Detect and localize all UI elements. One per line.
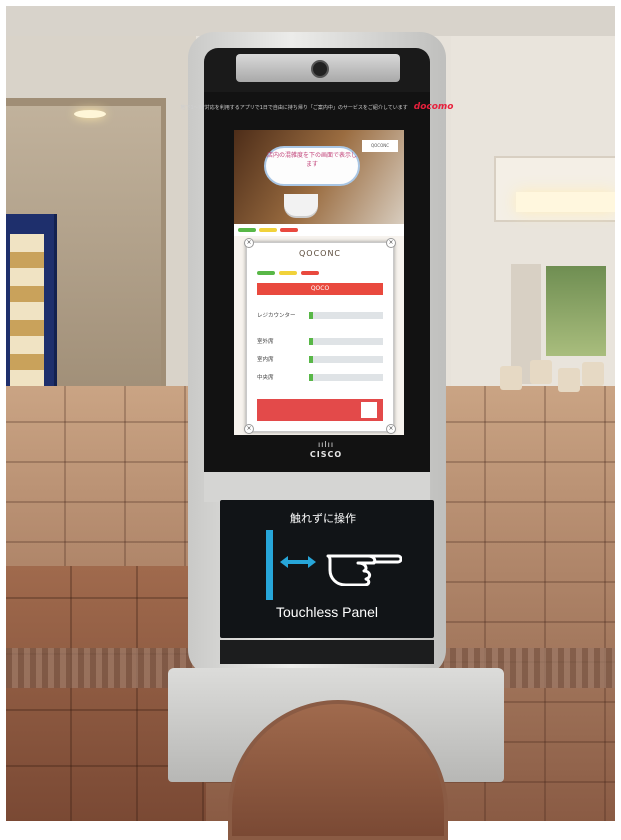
status-strip xyxy=(234,224,404,236)
panel-english-label: Touchless Panel xyxy=(276,604,378,620)
row-label: レジカウンター xyxy=(257,313,296,319)
ceiling-panel xyxy=(494,156,615,222)
row-label: 室内席 xyxy=(257,357,274,363)
legend-red xyxy=(301,271,319,275)
cisco-bars-icon: ıılıı xyxy=(317,440,335,449)
row-bar xyxy=(309,373,383,381)
status-red-pill xyxy=(280,228,298,232)
row-bar xyxy=(309,311,383,319)
camera-lens-icon xyxy=(311,60,329,78)
panel-bottom xyxy=(220,640,434,664)
row-fill xyxy=(309,337,313,345)
kiosk-gap xyxy=(204,472,430,502)
row-bar xyxy=(309,337,383,345)
congestion-row: 室外席 xyxy=(257,335,383,347)
row-label: 中央席 xyxy=(257,375,274,381)
ceiling-glow xyxy=(516,192,615,212)
row-fill xyxy=(309,311,313,319)
docomo-caption: 地下1〜8F対応を利用するアプリで1日で自由に持ち帰り「ご案内中」のサービスをご… xyxy=(180,104,408,111)
popup-logo: QOCONC xyxy=(298,249,342,258)
legend-green xyxy=(257,271,275,275)
popup-header-bar: QOCO xyxy=(257,283,383,295)
row-fill xyxy=(309,373,313,381)
close-icon[interactable]: × xyxy=(244,424,254,434)
cafe-tables xyxy=(494,356,604,404)
display-banner: 店内の混雑度を下の画面で表示します QOCONC xyxy=(234,130,404,224)
docomo-logo: docomo xyxy=(413,102,454,112)
congestion-row: レジカウンター xyxy=(257,309,383,321)
qr-code-icon xyxy=(361,402,377,418)
row-label: 室外席 xyxy=(257,339,274,345)
cafe-chair xyxy=(558,368,580,392)
window-greenery xyxy=(546,266,606,356)
ceiling-light xyxy=(74,110,106,118)
status-green-pill xyxy=(238,228,256,232)
popup-legend xyxy=(257,269,383,277)
banner-cloud: 店内の混雑度を下の画面で表示します xyxy=(264,146,360,186)
banner-logo: QOCONC xyxy=(362,140,398,152)
popup-cta-banner[interactable] xyxy=(257,399,383,421)
congestion-row: 中央席 xyxy=(257,371,383,383)
kiosk-display[interactable]: 店内の混雑度を下の画面で表示します QOCONC QOCONC QOCO レジカ… xyxy=(234,130,404,435)
close-icon[interactable]: × xyxy=(386,424,396,434)
coffee-cup-icon xyxy=(284,194,318,216)
cafe-chair xyxy=(582,362,604,386)
cafe-chair xyxy=(530,360,552,384)
cisco-logo: ıılıı CISCO xyxy=(304,440,348,466)
sensor-bar-icon xyxy=(266,530,273,600)
close-icon[interactable]: × xyxy=(244,238,254,248)
docomo-header: 地下1〜8F対応を利用するアプリで1日で自由に持ち帰り「ご案内中」のサービスをご… xyxy=(181,98,454,116)
cafe-chair xyxy=(500,366,522,390)
row-fill xyxy=(309,355,313,363)
close-icon[interactable]: × xyxy=(386,238,396,248)
double-arrow-icon xyxy=(280,556,316,568)
row-bar xyxy=(309,355,383,363)
congestion-popup[interactable]: QOCONC QOCO レジカウンター 室外席 室内席 中央席 xyxy=(246,242,394,432)
vending-window xyxy=(10,234,44,404)
cisco-wordmark: CISCO xyxy=(309,450,343,459)
congestion-row: 室内席 xyxy=(257,353,383,365)
panel-japanese-label: 触れずに操作 xyxy=(290,512,356,525)
status-yellow-pill xyxy=(259,228,277,232)
legend-yellow xyxy=(279,271,297,275)
pointing-hand-icon xyxy=(326,554,402,586)
